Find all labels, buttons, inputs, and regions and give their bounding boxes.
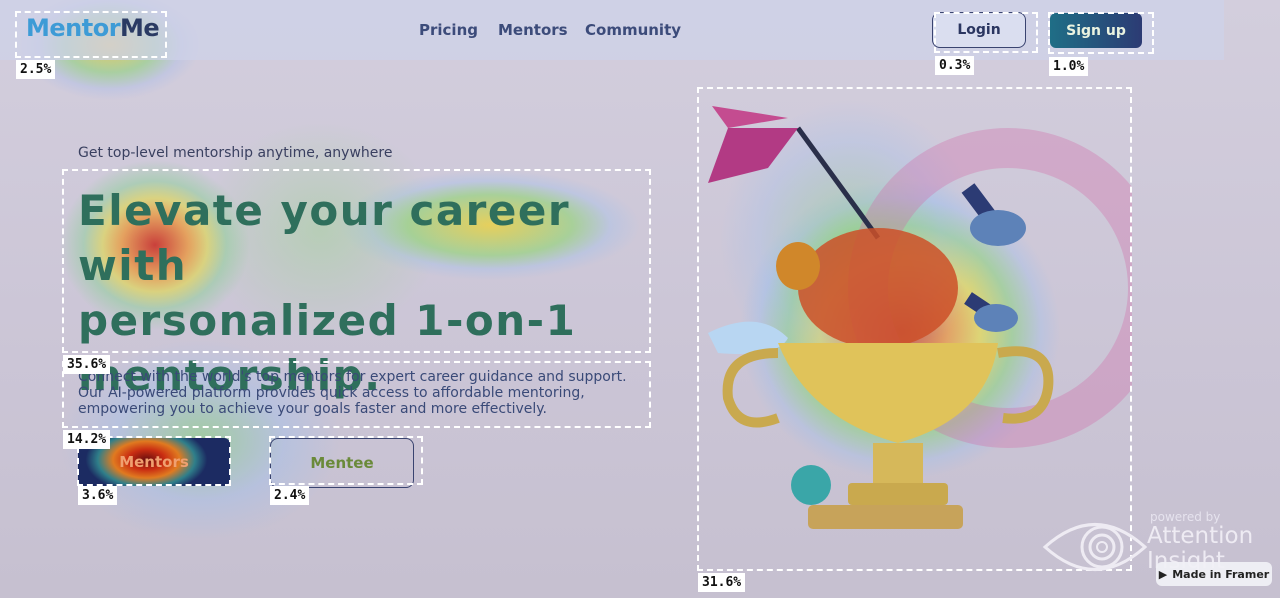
headline-line: personalized 1-on-1 [78, 296, 577, 345]
logo-part-me: Me [120, 14, 160, 42]
hero-eyebrow: Get top-level mentorship anytime, anywhe… [78, 145, 393, 161]
nav-link-mentors[interactable]: Mentors [498, 21, 568, 39]
aoi-label-subtext: 14.2% [63, 430, 111, 449]
watermark-powered-by: powered by [1150, 510, 1221, 524]
signup-button[interactable]: Sign up [1050, 13, 1142, 48]
aoi-label-headline: 35.6% [63, 355, 111, 374]
made-in-framer-badge[interactable]: ▶ Made in Framer [1156, 562, 1272, 586]
login-button[interactable]: Login [932, 12, 1026, 48]
subtext-line: empowering you to achieve your goals fas… [78, 401, 547, 417]
aoi-label-signup: 1.0% [1049, 57, 1089, 76]
logo-part-mentor: Mentor [26, 14, 121, 42]
aoi-label-login: 0.3% [935, 56, 975, 75]
aoi-label-mentors: 3.6% [78, 486, 118, 505]
aoi-label-mentee: 2.4% [270, 486, 310, 505]
hero-subtext: Connect with the world's top mentors for… [78, 369, 638, 417]
watermark-brand-line: Attention [1147, 523, 1254, 549]
framer-icon: ▶ [1158, 567, 1168, 581]
eye-logo-icon [1042, 523, 1148, 571]
subtext-line: Our AI-powered platform provides quick a… [78, 385, 585, 401]
nav-link-community[interactable]: Community [585, 21, 681, 39]
heatmap-page: MentorMe Pricing Mentors Community Login… [0, 0, 1280, 598]
subtext-line: Connect with the world's top mentors for… [78, 369, 627, 385]
top-navbar: MentorMe Pricing Mentors Community Login… [0, 0, 1224, 60]
mentee-button[interactable]: Mentee [270, 438, 414, 488]
nav-link-pricing[interactable]: Pricing [419, 21, 478, 39]
logo[interactable]: MentorMe [26, 14, 160, 42]
aoi-label-illustration: 31.6% [698, 573, 746, 592]
headline-line: Elevate your career with [78, 186, 571, 290]
framer-badge-label: Made in Framer [1172, 567, 1270, 581]
hero-illustration [708, 106, 1132, 529]
aoi-label-logo: 2.5% [16, 60, 56, 79]
